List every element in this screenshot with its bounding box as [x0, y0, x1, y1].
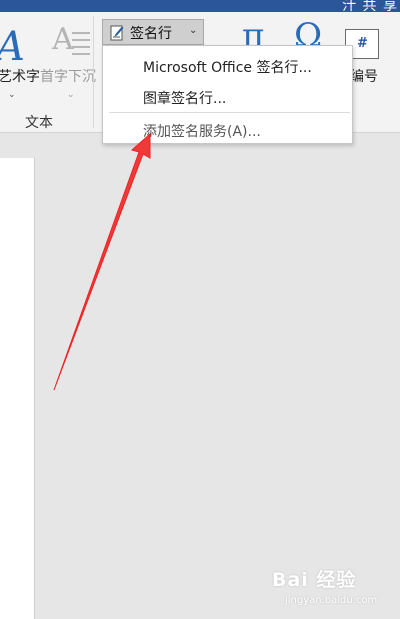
red-arrow-annotation: [53, 132, 151, 391]
baidu-watermark: Bai 经验: [272, 569, 357, 591]
baidu-watermark-url: jingyan.baidu.com: [285, 595, 378, 606]
